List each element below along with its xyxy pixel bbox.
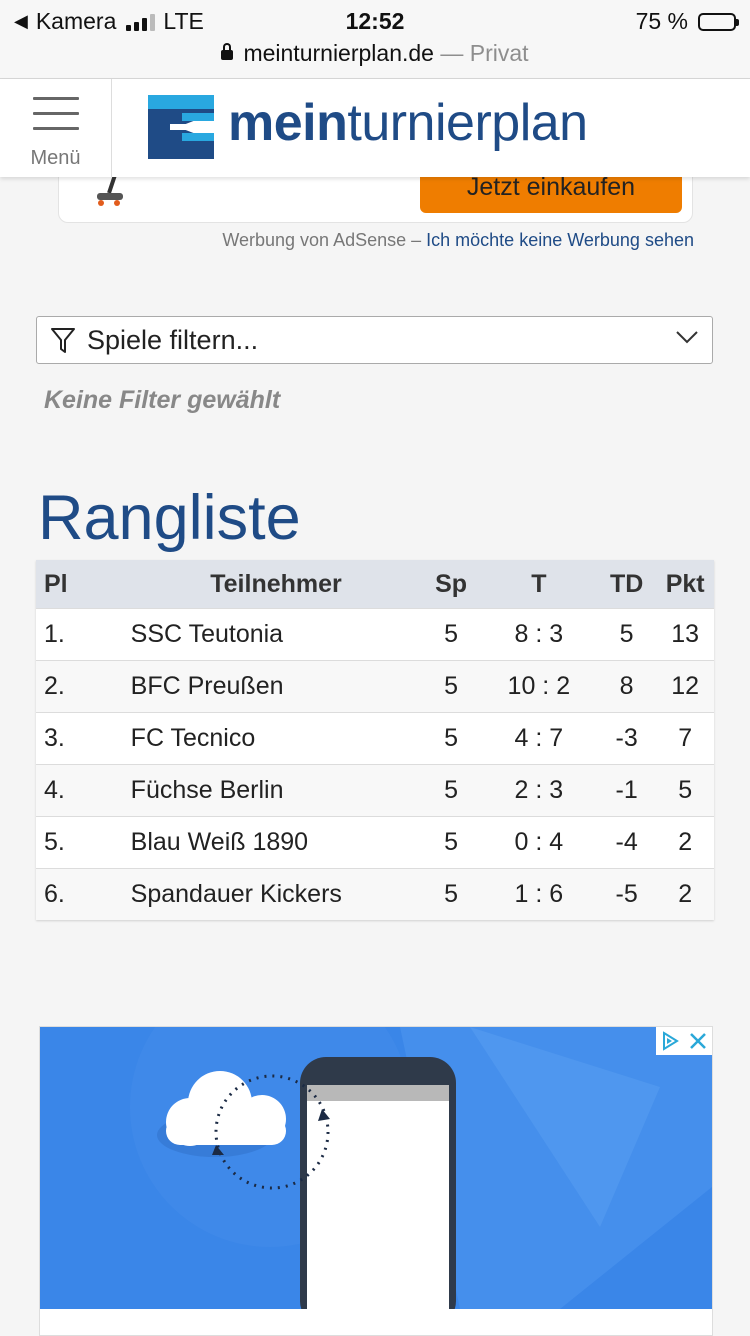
url-bar[interactable]: meinturnierplan.de — Privat [0,40,750,79]
status-right: 75 % [635,8,739,35]
logo-icon[interactable] [148,95,214,159]
cell-team: Blau Weiß 1890 [130,816,422,869]
table-row[interactable]: 4. Füchse Berlin 5 2 : 3 -1 5 [36,764,714,817]
logo-rest: turnierplan [347,94,588,152]
table-row[interactable]: 1. SSC Teutonia 5 8 : 3 5 13 [36,608,714,661]
cell-games: 5 [421,712,481,765]
cell-points: 2 [656,816,714,869]
cell-goals: 1 : 6 [480,868,597,920]
col-header-goals: T [480,560,597,609]
cell-goals: 8 : 3 [480,608,597,661]
col-header-team: Teilnehmer [130,560,422,609]
cell-games: 5 [421,608,481,661]
lock-icon [221,43,234,60]
cell-games: 5 [421,764,481,817]
ad-controls [656,1027,712,1055]
col-header-games: Sp [421,560,481,609]
cell-goals: 10 : 2 [480,660,597,713]
menu-button[interactable]: Menü [0,79,112,177]
cell-goal-diff: -4 [596,816,657,869]
adsense-prefix: Werbung von AdSense – [222,230,422,250]
filter-icon [51,328,75,353]
cell-team: BFC Preußen [130,660,422,713]
filter-placeholder: Spiele filtern... [87,325,259,355]
menu-label: Menü [30,147,81,169]
cell-place: 2. [36,660,131,713]
cell-place: 1. [36,608,131,661]
site-header: Menü meinturnierplan [0,79,750,177]
cell-points: 5 [656,764,714,817]
cell-goals: 2 : 3 [480,764,597,817]
cell-games: 5 [421,660,481,713]
cell-goals: 0 : 4 [480,816,597,869]
cell-goals: 4 : 7 [480,712,597,765]
close-ad-icon[interactable] [684,1027,712,1055]
cell-team: Spandauer Kickers [130,868,422,920]
col-header-goal-diff: TD [596,560,657,609]
battery-percent: 75 % [635,8,688,34]
remove-ads-link[interactable]: Ich möchte keine Werbung sehen [426,230,694,250]
ranking-table: Pl Teilnehmer Sp T TD Pkt 1. SSC Teutoni… [36,560,714,920]
col-header-place: Pl [36,560,131,609]
cell-points: 12 [656,660,714,713]
table-row[interactable]: 5. Blau Weiß 1890 5 0 : 4 -4 2 [36,816,714,869]
cell-team: FC Tecnico [130,712,422,765]
battery-icon [698,12,739,31]
adchoices-icon[interactable] [656,1027,684,1055]
cell-points: 7 [656,712,714,765]
cloud-phone-illustration [40,1027,712,1309]
hamburger-icon [33,97,79,142]
ad-image[interactable] [40,1027,712,1309]
cell-goal-diff: 8 [596,660,657,713]
filter-status: Keine Filter gewählt [44,386,281,414]
cell-team: SSC Teutonia [130,608,422,661]
cell-goal-diff: -1 [596,764,657,817]
cell-games: 5 [421,868,481,920]
logo-bold: mein [228,94,348,152]
cell-place: 4. [36,764,131,817]
ranking-title: Rangliste [38,483,301,553]
cell-points: 13 [656,608,714,661]
cell-goal-diff: -3 [596,712,657,765]
chevron-down-icon [676,331,698,344]
status-bar: ◀ Kamera LTE 12:52 75 % [0,0,750,40]
logo-wordmark[interactable]: meinturnierplan [228,93,588,153]
table-row[interactable]: 3. FC Tecnico 5 4 : 7 -3 7 [36,712,714,765]
cell-place: 3. [36,712,131,765]
cell-place: 5. [36,816,131,869]
adsense-notice: Werbung von AdSense – Ich möchte keine W… [222,230,694,251]
cell-goal-diff: 5 [596,608,657,661]
cell-goal-diff: -5 [596,868,657,920]
game-filter-select[interactable]: Spiele filtern... [36,316,713,364]
url-domain: meinturnierplan.de [243,40,434,66]
ad-banner-bottom[interactable] [39,1026,713,1336]
cell-place: 6. [36,868,131,920]
cell-games: 5 [421,816,481,869]
table-header-row: Pl Teilnehmer Sp T TD Pkt [36,560,714,609]
cell-team: Füchse Berlin [130,764,422,817]
cell-points: 2 [656,868,714,920]
private-mode-label: — Privat [440,40,529,66]
col-header-points: Pkt [656,560,714,609]
table-row[interactable]: 2. BFC Preußen 5 10 : 2 8 12 [36,660,714,713]
table-row[interactable]: 6. Spandauer Kickers 5 1 : 6 -5 2 [36,868,714,920]
